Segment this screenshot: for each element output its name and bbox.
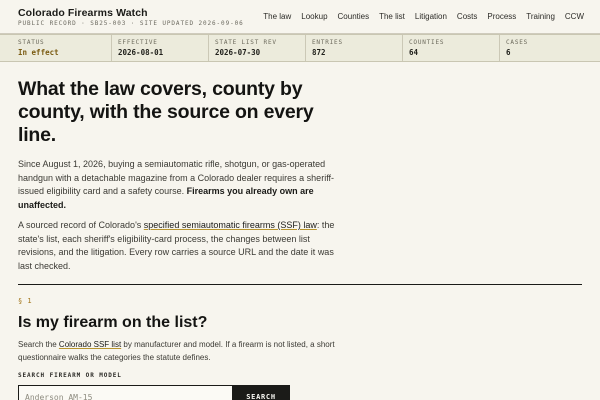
entries-value: 872 bbox=[312, 48, 326, 57]
firearm-search-input[interactable] bbox=[18, 385, 233, 400]
nav-the-list[interactable]: The list bbox=[379, 12, 405, 21]
site-subtitle: PUBLIC RECORD · SB25-003 · SITE UPDATED … bbox=[18, 20, 244, 27]
cases-value: 6 bbox=[506, 48, 511, 57]
status-value: In effect bbox=[18, 48, 59, 57]
effective-label: EFFECTIVE bbox=[118, 39, 158, 46]
section-divider bbox=[18, 284, 582, 285]
ssf-law-link[interactable]: specified semiautomatic firearms (SSF) l… bbox=[144, 220, 317, 230]
list-rev-value: 2026-07-30 bbox=[215, 48, 261, 57]
status-cell-status: STATUS In effect bbox=[0, 35, 111, 61]
nav-costs[interactable]: Costs bbox=[457, 12, 477, 21]
search-label: SEARCH FIREARM OR MODEL bbox=[18, 372, 122, 379]
ssf-list-link[interactable]: Colorado SSF list bbox=[59, 340, 121, 349]
record-note-lead: A sourced record of Colorado's bbox=[18, 220, 144, 230]
nav-process[interactable]: Process bbox=[487, 12, 516, 21]
status-cell-effective: EFFECTIVE 2026-08-01 bbox=[111, 35, 208, 61]
section-number: § 1 bbox=[18, 297, 33, 305]
hero-intro: Since August 1, 2026, buying a semiautom… bbox=[18, 158, 350, 212]
nav-lookup[interactable]: Lookup bbox=[301, 12, 327, 21]
counties-label: COUNTIES bbox=[409, 39, 445, 46]
status-label: STATUS bbox=[18, 39, 45, 46]
site-brand[interactable]: Colorado Firearms Watch bbox=[18, 7, 148, 19]
section-description: Search the Colorado SSF list by manufact… bbox=[18, 339, 363, 364]
counties-value: 64 bbox=[409, 48, 419, 57]
site-header: Colorado Firearms Watch PUBLIC RECORD · … bbox=[0, 0, 600, 34]
section-desc-lead: Search the bbox=[18, 340, 59, 349]
nav-litigation[interactable]: Litigation bbox=[415, 12, 447, 21]
hero-record-note: A sourced record of Colorado's specified… bbox=[18, 219, 350, 273]
status-cell-cases: CASES 6 bbox=[499, 35, 600, 61]
nav-the-law[interactable]: The law bbox=[263, 12, 291, 21]
section-title: Is my firearm on the list? bbox=[18, 314, 208, 331]
cases-label: CASES bbox=[506, 39, 529, 46]
list-rev-label: STATE LIST REV bbox=[215, 39, 277, 46]
status-cell-entries: ENTRIES 872 bbox=[305, 35, 402, 61]
entries-label: ENTRIES bbox=[312, 39, 343, 46]
status-cell-counties: COUNTIES 64 bbox=[402, 35, 499, 61]
status-cell-list-rev: STATE LIST REV 2026-07-30 bbox=[208, 35, 305, 61]
hero-title: What the law covers, county by county, w… bbox=[18, 78, 314, 146]
status-strip: STATUS In effect EFFECTIVE 2026-08-01 ST… bbox=[0, 34, 600, 62]
nav-counties[interactable]: Counties bbox=[338, 12, 370, 21]
search-button[interactable]: SEARCH bbox=[232, 385, 290, 400]
main-nav: The law Lookup Counties The list Litigat… bbox=[263, 12, 584, 21]
effective-value: 2026-08-01 bbox=[118, 48, 164, 57]
nav-training[interactable]: Training bbox=[526, 12, 555, 21]
nav-ccw[interactable]: CCW bbox=[565, 12, 584, 21]
